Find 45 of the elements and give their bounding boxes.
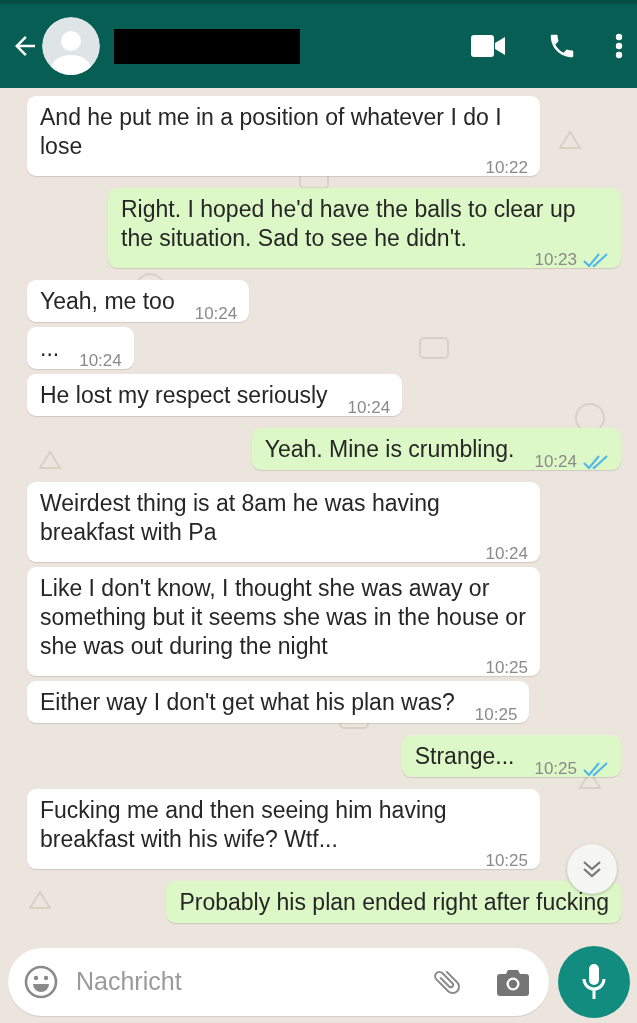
message-time: 10:25 [485, 852, 528, 869]
message-time: 10:24 [534, 453, 577, 470]
message-time: 10:25 [534, 760, 577, 777]
avatar-silhouette-icon[interactable] [42, 17, 100, 75]
message-time: 10:24 [194, 305, 238, 322]
message-time: 10:23 [534, 251, 577, 268]
message-text: And he put me in a position of whatever I do I lose [40, 103, 503, 161]
smiley-icon[interactable] [24, 964, 58, 999]
message-text: Yeah. Mine is crumbling. [264, 435, 515, 464]
message-time: 10:24 [79, 352, 122, 369]
message-input[interactable]: Nachricht [74, 966, 431, 997]
outgoing-message[interactable]: Right. I hoped he'd have the balls to clear up the situation. Sad to see he didn't. 10:23 [108, 188, 621, 268]
message-text: He lost my respect seriously [40, 381, 328, 410]
message-text: Probably his plan ended right after fucking [179, 888, 609, 917]
scroll-down-button[interactable] [567, 844, 617, 894]
message-text: Yeah, me too [40, 287, 175, 316]
incoming-message[interactable]: And he put me in a position of whatever I do I lose 10:22 [27, 96, 540, 176]
outgoing-message[interactable]: Probably his plan ended right after fucking [166, 881, 621, 923]
video-camera-icon[interactable] [471, 35, 505, 57]
outgoing-message[interactable]: Yeah. Mine is crumbling. 10:24 [251, 428, 621, 470]
message-time: 10:24 [485, 545, 528, 562]
message-time: 10:25 [485, 659, 528, 676]
message-text: Either way I don't get what his plan was? [40, 688, 455, 717]
message-text: Strange... [414, 742, 515, 771]
more-menu-icon[interactable] [615, 33, 623, 59]
message-text: Weirdest thing is at 8am he was having breakfast with Pa [40, 489, 441, 547]
message-time: 10:25 [474, 706, 518, 723]
camera-icon[interactable] [497, 967, 529, 996]
microphone-icon [581, 962, 607, 1001]
message-input-field[interactable]: Nachricht [8, 947, 549, 1016]
incoming-message[interactable]: ... 10:24 [27, 327, 134, 369]
incoming-message[interactable]: Fucking me and then seeing him having breakfast with his wife? Wtf... 10:25 [27, 789, 540, 869]
message-time: 10:22 [485, 159, 528, 176]
outgoing-message[interactable]: Strange... 10:25 [401, 735, 621, 777]
incoming-message[interactable]: Either way I don't get what his plan was? 10:25 [27, 681, 530, 723]
message-text: Like I don't know, I thought she was away or something but it seems she was in the house or she was out during the night [40, 574, 527, 661]
incoming-message[interactable]: Like I don't know, I thought she was away or something but it seems she was in the house or she was out during the night 10:25 [27, 567, 540, 676]
message-text: ... [40, 334, 60, 363]
incoming-message[interactable]: Yeah, me too 10:24 [27, 280, 250, 322]
incoming-message[interactable]: He lost my respect seriously 10:24 [27, 374, 403, 416]
message-text: Fucking me and then seeing him having breakfast with his wife? Wtf... [40, 796, 448, 854]
incoming-message[interactable]: Weirdest thing is at 8am he was having breakfast with Pa 10:24 [27, 482, 540, 562]
message-time: 10:24 [347, 399, 391, 416]
double-chevron-down-icon [581, 859, 603, 879]
message-text: Right. I hoped he'd have the balls to clear up the situation. Sad to see he didn't. [121, 195, 577, 253]
